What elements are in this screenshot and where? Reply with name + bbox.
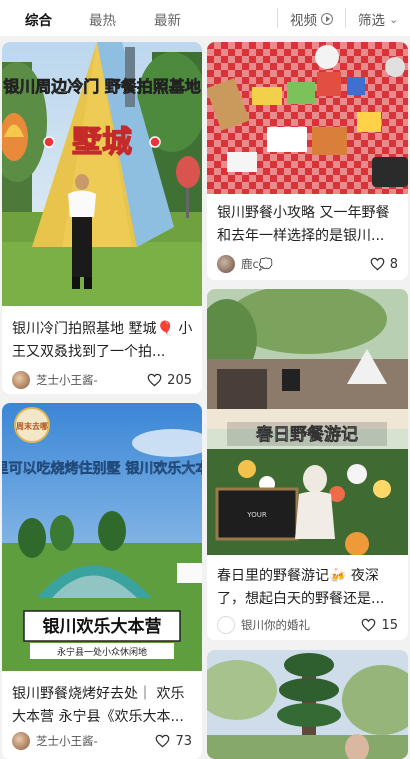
tab-hot[interactable]: 最热: [89, 9, 116, 29]
note-title[interactable]: 春日里的野餐游记🍻 夜深了，想起白天的野餐还是...: [217, 565, 400, 611]
note-meta: 银川你的婚礼 15: [217, 615, 398, 635]
cover-overlay-title: 这里可以吃烧烤住别墅 银川欢乐大本营: [2, 460, 202, 477]
avatar[interactable]: [12, 371, 30, 389]
cover-photo-picnic-blanket: [207, 42, 408, 194]
cover-image[interactable]: [207, 650, 408, 759]
note-meta: 芝士小王酱- 205: [12, 370, 192, 390]
filter-label: 筛选: [358, 13, 385, 29]
divider: [345, 8, 346, 28]
note-card[interactable]: 银川野餐小攻略 又一年野餐和去年一样选择的是银川... 鹿c💭 8: [207, 42, 408, 280]
avatar[interactable]: [217, 255, 235, 273]
cover-overlay-title: 银川周边冷门 野餐拍照基地: [3, 77, 201, 96]
cover-image[interactable]: 银川周边冷门 野餐拍照基地 墅城: [2, 42, 202, 306]
video-filter-button[interactable]: 视频: [290, 9, 333, 29]
note-meta: 芝士小王酱- 73: [12, 731, 192, 751]
cover-photo-garden: [207, 650, 408, 759]
tab-new[interactable]: 最新: [154, 9, 181, 29]
play-circle-icon: [321, 13, 333, 25]
cover-photo-spring-picnic: 春日野餐游记 YOUR: [207, 289, 408, 555]
note-meta: 鹿c💭 8: [217, 254, 398, 274]
note-title[interactable]: 银川野餐小攻略 又一年野餐和去年一样选择的是银川...: [217, 202, 400, 248]
author-name[interactable]: 芝士小王酱-: [36, 733, 155, 749]
avatar[interactable]: [12, 732, 30, 750]
author-name[interactable]: 鹿c💭: [241, 256, 370, 272]
like-count: 8: [389, 256, 398, 272]
cover-photo-triangle-house: 银川周边冷门 野餐拍照基地 墅城: [2, 42, 202, 306]
like-count: 205: [167, 372, 192, 388]
cover-overlay-tag: 墅城: [72, 125, 132, 160]
cover-badge: 周末去哪: [16, 421, 48, 431]
like-button[interactable]: 205: [147, 373, 192, 388]
cover-subtitle: 永宁县一处小众休闲地: [57, 646, 147, 658]
cover-banner: 银川欢乐大本营: [43, 616, 162, 637]
tab-all[interactable]: 综合: [25, 9, 52, 29]
cover-image[interactable]: 春日野餐游记 YOUR: [207, 289, 408, 555]
divider: [277, 8, 278, 28]
heart-icon: [362, 618, 376, 632]
chevron-down-icon: ⌄: [389, 12, 399, 26]
like-count: 15: [381, 617, 398, 633]
heart-icon: [370, 257, 385, 271]
note-card[interactable]: [207, 650, 408, 759]
note-card[interactable]: 春日野餐游记 YOUR 春日里的野餐游记🍻 夜深了，想起白天的野餐还是... 银…: [207, 289, 408, 640]
note-card[interactable]: 周末去哪 这里可以吃烧烤住别墅 银川欢乐大本营 银川欢乐大本营 永宁县一处小众休…: [2, 403, 202, 759]
cover-overlay-title: 春日野餐游记: [256, 424, 358, 445]
note-title[interactable]: 银川冷门拍照基地 墅城🎈 小王又双叒找到了一个拍...: [12, 318, 194, 364]
top-filter-bar: 综合 最热 最新 视频 筛选 ⌄: [0, 0, 410, 36]
note-card[interactable]: 银川周边冷门 野餐拍照基地 墅城 银川冷门拍照基地 墅城🎈 小王又双叒找到了一个…: [2, 42, 202, 394]
like-button[interactable]: 73: [155, 734, 192, 749]
svg-text:YOUR: YOUR: [246, 511, 267, 519]
cover-image[interactable]: [207, 42, 408, 194]
like-count: 73: [175, 733, 192, 749]
heart-icon: [147, 373, 162, 387]
filter-button[interactable]: 筛选 ⌄: [358, 9, 399, 30]
video-filter-label: 视频: [290, 13, 317, 29]
heart-icon: [156, 734, 170, 748]
like-button[interactable]: 8: [370, 257, 398, 272]
cover-image[interactable]: 周末去哪 这里可以吃烧烤住别墅 银川欢乐大本营 银川欢乐大本营 永宁县一处小众休…: [2, 403, 202, 671]
like-button[interactable]: 15: [361, 618, 398, 633]
author-name[interactable]: 芝士小王酱-: [36, 372, 147, 388]
author-name[interactable]: 银川你的婚礼: [241, 617, 361, 633]
note-title[interactable]: 银川野餐烧烤好去处｜ 欢乐大本营 永宁县《欢乐大本...: [12, 683, 194, 729]
avatar[interactable]: [217, 616, 235, 634]
cover-photo-camp: 周末去哪 这里可以吃烧烤住别墅 银川欢乐大本营 银川欢乐大本营 永宁县一处小众休…: [2, 403, 202, 671]
